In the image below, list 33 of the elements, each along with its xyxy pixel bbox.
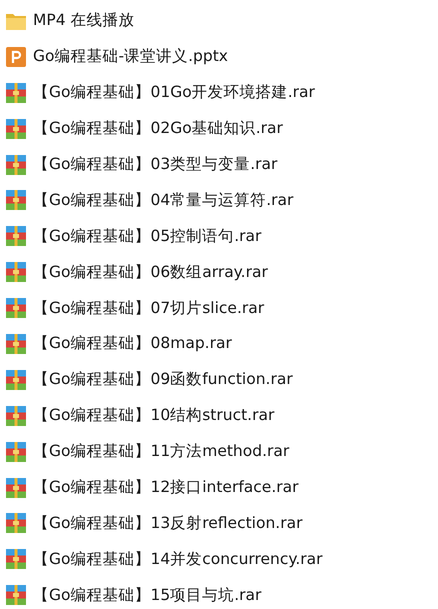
file-name[interactable]: 【Go编程基础】02Go基础知识.rar: [33, 118, 283, 140]
file-name[interactable]: 【Go编程基础】08map.rar: [33, 333, 232, 354]
file-name[interactable]: 【Go编程基础】13反射reflection.rar: [33, 512, 302, 534]
archive-file-icon: [5, 548, 27, 570]
archive-file-icon: [5, 154, 27, 176]
archive-file-icon: [5, 297, 27, 320]
archive-file-icon: [5, 404, 27, 427]
presentation-file-icon: [5, 46, 27, 68]
file-name[interactable]: 【Go编程基础】06数组array.rar: [33, 262, 268, 283]
file-name[interactable]: 【Go编程基础】09函数function.rar: [33, 369, 293, 390]
file-name[interactable]: Go编程基础-课堂讲义.pptx: [33, 46, 228, 68]
file-name[interactable]: 【Go编程基础】15项目与坑.rar: [33, 584, 262, 606]
file-name[interactable]: 【Go编程基础】03类型与变量.rar: [33, 154, 278, 175]
file-name[interactable]: 【Go编程基础】04常量与运算符.rar: [33, 190, 294, 211]
archive-file-icon: [5, 332, 27, 355]
archive-file-icon: [5, 440, 27, 463]
archive-file-icon: [5, 118, 27, 140]
archive-file-icon: [5, 225, 27, 248]
file-name[interactable]: 【Go编程基础】05控制语句.rar: [33, 226, 262, 247]
archive-file-icon: [5, 512, 27, 534]
file-name[interactable]: 【Go编程基础】01Go开发环境搭建.rar: [33, 82, 315, 104]
file-name[interactable]: 【Go编程基础】11方法method.rar: [33, 441, 290, 462]
archive-file-icon: [5, 189, 27, 212]
file-name[interactable]: 【Go编程基础】10结构struct.rar: [33, 405, 274, 426]
file-name[interactable]: 【Go编程基础】07切片slice.rar: [33, 298, 264, 319]
file-name[interactable]: 【Go编程基础】14并发concurrency.rar: [33, 548, 323, 570]
file-name[interactable]: MP4 在线播放: [33, 10, 135, 32]
archive-file-icon: [5, 476, 27, 499]
archive-file-icon: [5, 261, 27, 284]
archive-file-icon: [5, 368, 27, 391]
file-name[interactable]: 【Go编程基础】12接口interface.rar: [33, 477, 299, 498]
archive-file-icon: [5, 584, 27, 606]
archive-file-icon: [5, 82, 27, 104]
